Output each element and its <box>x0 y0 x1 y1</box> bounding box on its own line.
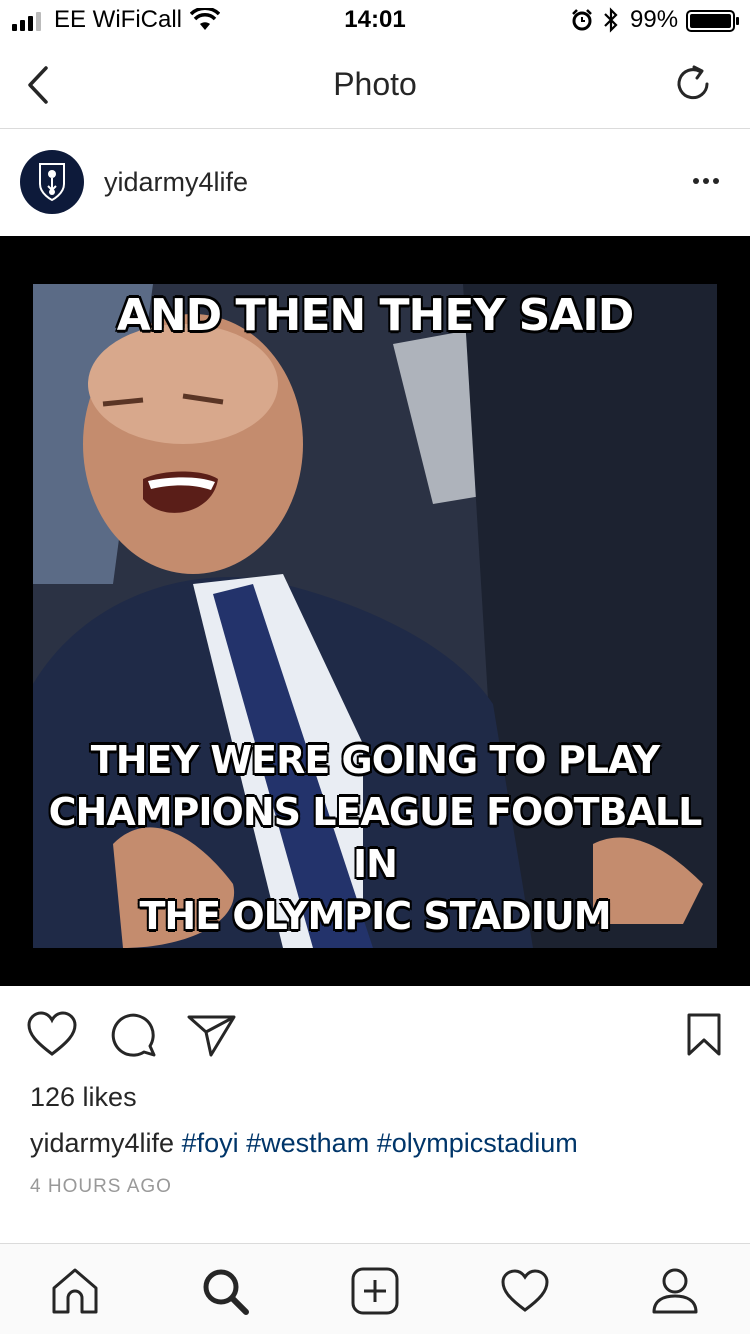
alarm-icon <box>572 9 592 31</box>
activity-icon[interactable] <box>500 1266 550 1316</box>
avatar[interactable] <box>20 150 84 214</box>
meme-bottom-line-2: CHAMPIONS LEAGUE FOOTBALL IN <box>48 790 703 886</box>
post-header: yidarmy4life <box>0 129 750 236</box>
search-icon[interactable] <box>200 1266 250 1316</box>
page-title: Photo <box>333 66 417 102</box>
status-bar: EE WiFiCall 14:01 99% <box>0 0 750 40</box>
post-caption: yidarmy4life #foyi #westham #olympicstad… <box>30 1128 578 1159</box>
likes-count[interactable]: 126 likes <box>30 1082 137 1113</box>
meme-top-text: AND THEN THEY SAID <box>116 290 634 341</box>
profile-icon[interactable] <box>650 1266 700 1316</box>
post-username[interactable]: yidarmy4life <box>104 167 248 198</box>
caption-username[interactable]: yidarmy4life <box>30 1128 174 1158</box>
add-icon[interactable] <box>350 1266 400 1316</box>
meme-bottom-line-3: THE OLYMPIC STADIUM <box>139 894 611 938</box>
hashtag-foyi[interactable]: #foyi <box>182 1128 239 1158</box>
nav-bar: Photo <box>0 40 750 129</box>
bluetooth-icon <box>604 7 618 33</box>
battery-percent: 99% <box>630 6 679 33</box>
home-icon[interactable] <box>50 1266 100 1316</box>
post-timestamp: 4 HOURS AGO <box>30 1176 172 1197</box>
battery-icon <box>686 10 739 32</box>
spurs-crest-icon <box>39 163 65 202</box>
comment-icon[interactable] <box>108 1010 158 1058</box>
bookmark-icon[interactable] <box>686 1012 722 1058</box>
post-photo[interactable]: AND THEN THEY SAID THEY WERE GOING TO PL… <box>0 236 750 986</box>
heart-icon[interactable] <box>26 1010 78 1058</box>
hashtag-westham[interactable]: #westham <box>246 1128 369 1158</box>
hashtag-olympicstadium[interactable]: #olympicstadium <box>377 1128 578 1158</box>
meme-image: AND THEN THEY SAID THEY WERE GOING TO PL… <box>33 284 717 948</box>
tab-bar <box>0 1243 750 1334</box>
more-options-icon[interactable] <box>690 171 722 191</box>
share-icon[interactable] <box>186 1012 238 1058</box>
meme-bottom-text: THEY WERE GOING TO PLAY CHAMPIONS LEAGUE… <box>33 734 717 942</box>
refresh-icon[interactable] <box>674 62 714 106</box>
post-actions <box>0 986 750 1086</box>
meme-bottom-line-1: THEY WERE GOING TO PLAY <box>90 738 660 782</box>
